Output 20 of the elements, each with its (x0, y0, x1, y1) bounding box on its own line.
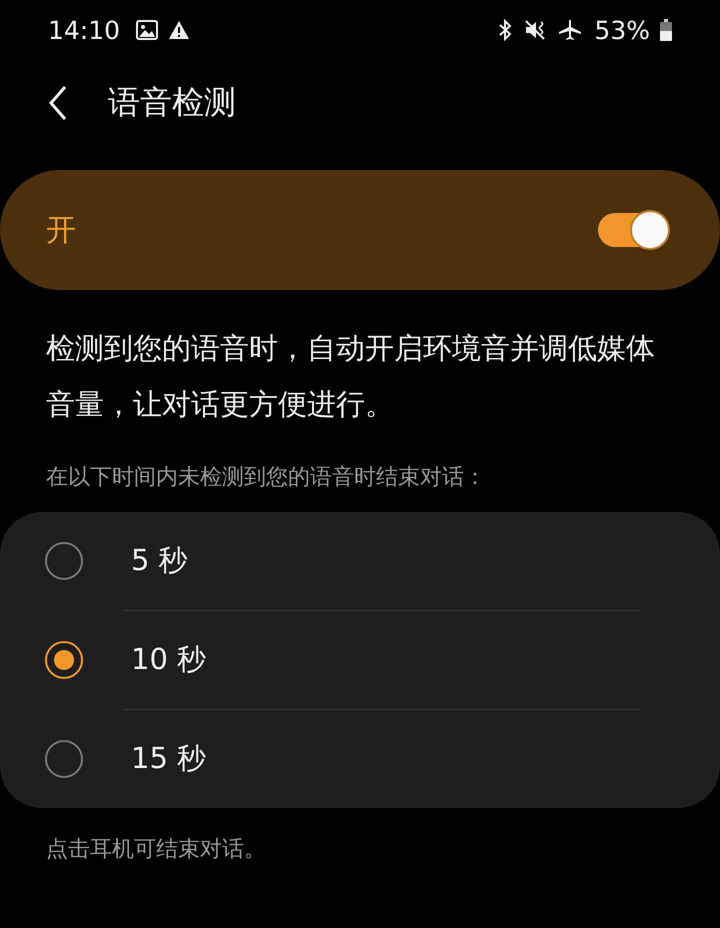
switch-label: 开 (46, 212, 77, 250)
battery-icon (660, 19, 672, 41)
master-switch-bar[interactable]: 开 (0, 170, 720, 290)
battery-percent: 53% (594, 16, 650, 44)
section-label: 在以下时间内未检测到您的语音时结束对话： (46, 464, 487, 492)
option-label[interactable]: 15 秒 (131, 739, 206, 779)
image-icon (136, 20, 158, 40)
footer-note: 点击耳机可结束对话。 (46, 836, 267, 864)
option-label[interactable]: 10 秒 (131, 640, 206, 680)
toggle-switch[interactable] (598, 210, 670, 250)
radio-button[interactable] (45, 641, 83, 679)
radio-button[interactable] (45, 542, 83, 580)
warning-icon (168, 20, 190, 40)
radio-button[interactable] (45, 740, 83, 778)
option-label[interactable]: 5 秒 (131, 541, 188, 581)
page-title: 语音检测 (108, 82, 236, 123)
status-time: 14:10 (48, 16, 120, 44)
back-icon[interactable] (48, 85, 68, 121)
description-text: 检测到您的语音时，自动开启环境音并调低媒体音量，让对话更方便进行。 (46, 330, 656, 423)
airplane-icon (558, 19, 582, 41)
